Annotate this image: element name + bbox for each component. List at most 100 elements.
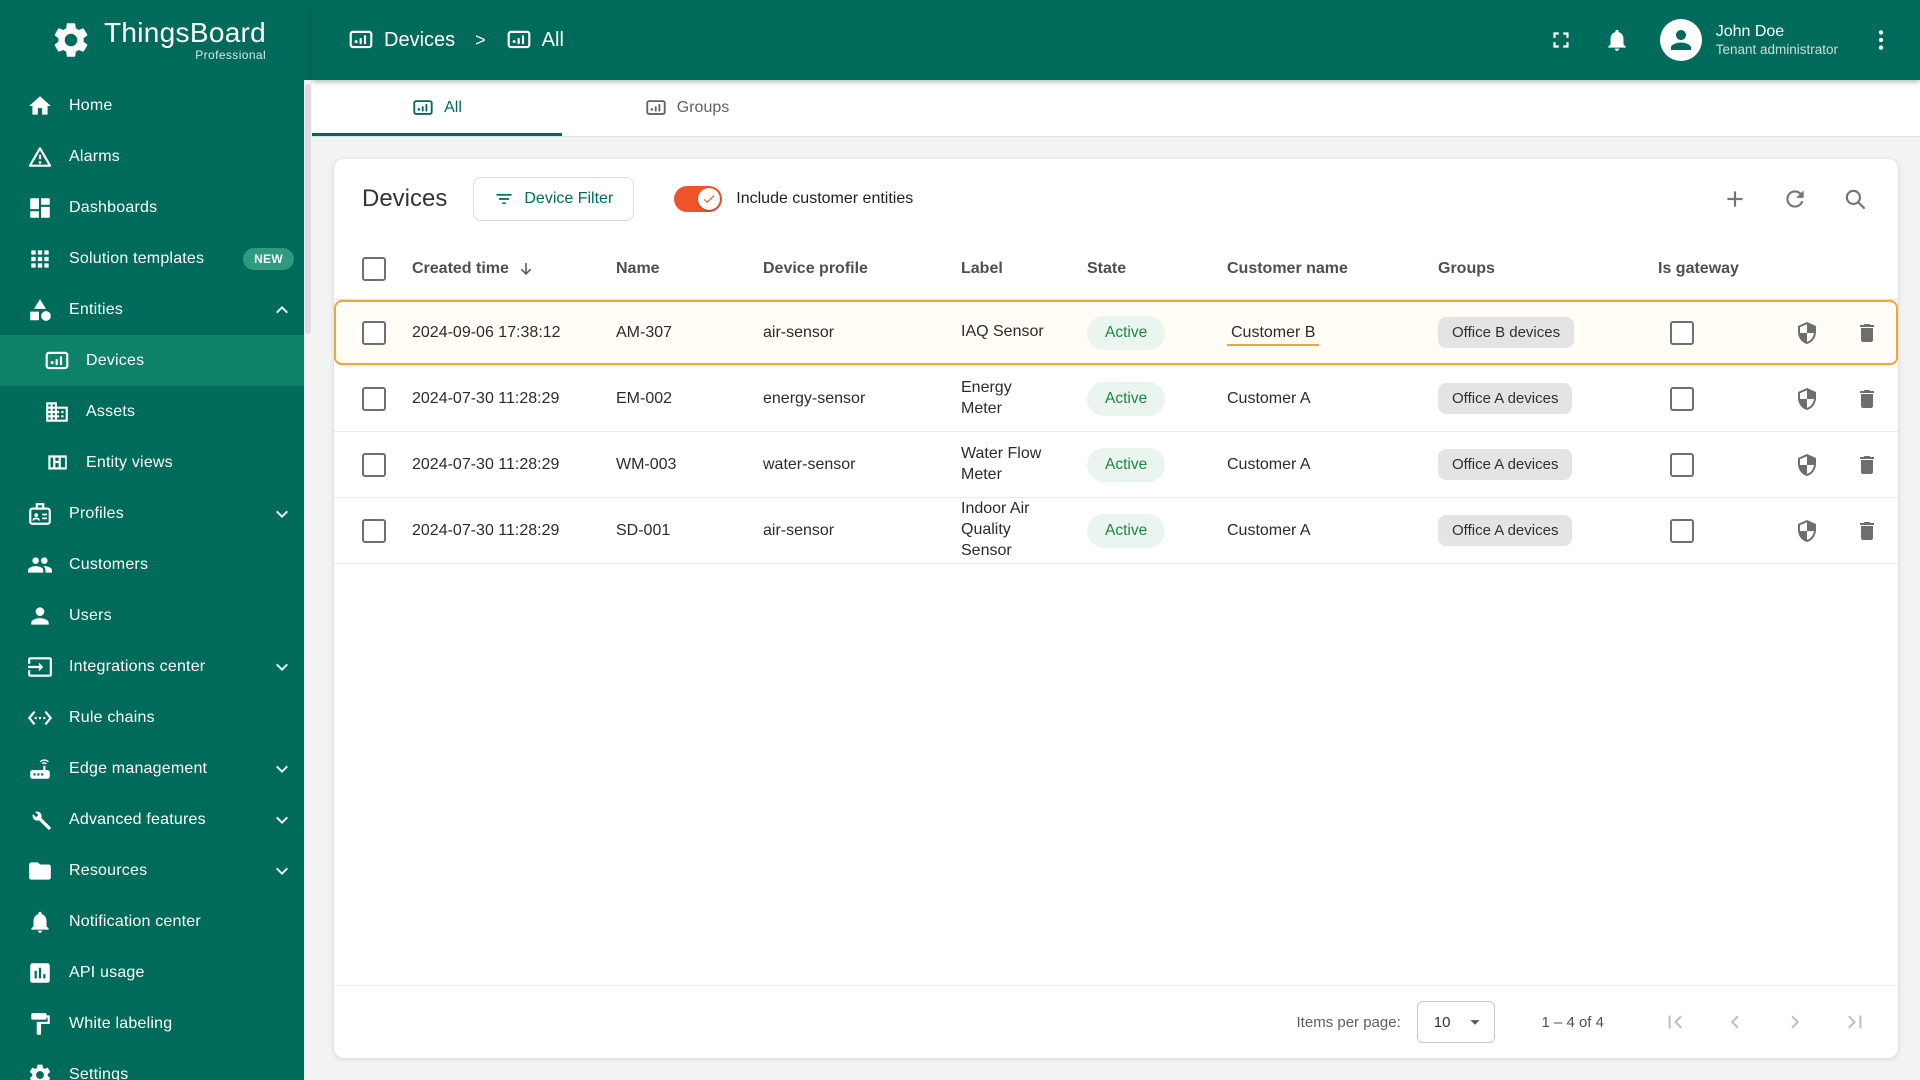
column-created-time[interactable]: Created time [412,260,616,278]
column-is-gateway[interactable]: Is gateway [1658,260,1793,278]
sidebar-scrollbar[interactable] [304,80,312,1080]
table-row[interactable]: 2024-09-06 17:38:12 AM-307 air-sensor IA… [334,300,1898,366]
sidebar: ThingsBoard Professional Home Alarms Das… [0,0,312,1080]
sidebar-item-notification-center[interactable]: Notification center [0,896,312,947]
cell-name: WM-003 [616,455,677,473]
trash-icon [1855,321,1879,345]
table-row[interactable]: 2024-07-30 11:28:29 SD-001 air-sensor In… [334,498,1898,564]
delete-button[interactable] [1855,387,1879,411]
sidebar-item-home[interactable]: Home [0,80,312,131]
delete-button[interactable] [1855,321,1879,345]
state-badge: Active [1087,447,1166,482]
column-name[interactable]: Name [616,260,763,278]
last-page-button[interactable] [1842,1009,1868,1035]
is-gateway-checkbox[interactable] [1670,386,1694,411]
delete-button[interactable] [1855,453,1879,477]
notifications-button[interactable] [1604,27,1630,53]
previous-page-button[interactable] [1722,1009,1748,1035]
sidebar-item-rule-chains[interactable]: Rule chains [0,692,312,743]
solution-templates-icon [27,246,53,272]
group-chip[interactable]: Office A devices [1438,383,1573,414]
items-per-page-select[interactable]: 10 [1416,1001,1496,1043]
include-customer-entities-toggle[interactable] [674,186,723,212]
security-button[interactable] [1795,453,1819,477]
user-avatar[interactable] [1659,19,1702,61]
bell-icon [1604,27,1630,53]
sidebar-item-settings[interactable]: Settings [0,1049,312,1080]
cell-device-profile: air-sensor [763,521,835,539]
sidebar-item-white-labeling[interactable]: White labeling [0,998,312,1049]
breadcrumb-devices[interactable]: Devices [348,27,455,53]
add-device-button[interactable] [1722,186,1748,212]
row-checkbox[interactable] [362,320,386,345]
table-row[interactable]: 2024-07-30 11:28:29 WM-003 water-sensor … [334,432,1898,498]
tab-all[interactable]: All [312,80,562,136]
group-chip[interactable]: Office B devices [1438,317,1575,348]
sidebar-item-advanced-features[interactable]: Advanced features [0,794,312,845]
table-toolbar: Devices Device Filter Include customer e… [334,159,1898,239]
user-info[interactable]: John Doe Tenant administrator [1716,22,1838,59]
first-page-icon [1662,1009,1688,1035]
sidebar-item-customers[interactable]: Customers [0,539,312,590]
row-checkbox[interactable] [362,386,386,411]
sidebar-item-resources[interactable]: Resources [0,845,312,896]
last-page-icon [1842,1009,1868,1035]
column-customer-name[interactable]: Customer name [1227,260,1438,278]
device-filter-button[interactable]: Device Filter [473,177,635,221]
select-all-checkbox[interactable] [362,257,386,281]
sidebar-item-profiles[interactable]: Profiles [0,488,312,539]
delete-button[interactable] [1855,519,1879,543]
sidebar-item-edge-management[interactable]: Edge management [0,743,312,794]
first-page-button[interactable] [1662,1009,1688,1035]
security-button[interactable] [1795,321,1819,345]
column-label[interactable]: Label [961,259,1087,280]
api-usage-chart-icon [27,960,53,986]
sidebar-item-dashboards[interactable]: Dashboards [0,182,312,233]
sidebar-item-entity-views[interactable]: Entity views [0,437,312,488]
edge-management-icon [27,756,53,782]
next-page-button[interactable] [1782,1009,1808,1035]
user-name: John Doe [1715,22,1785,40]
security-button[interactable] [1795,387,1819,411]
group-chip[interactable]: Office A devices [1438,449,1573,480]
sidebar-scrollbar-thumb[interactable] [305,84,311,334]
is-gateway-checkbox[interactable] [1670,518,1694,543]
sidebar-item-alarms[interactable]: Alarms [0,131,312,182]
table-row[interactable]: 2024-07-30 11:28:29 EM-002 energy-sensor… [334,366,1898,432]
security-button[interactable] [1795,519,1819,543]
row-checkbox[interactable] [362,518,386,543]
chevron-down-icon [270,655,294,679]
column-device-profile[interactable]: Device profile [763,260,961,278]
row-checkbox[interactable] [362,452,386,477]
filter-icon [494,189,514,209]
sort-desc-arrow-icon[interactable] [517,260,535,278]
refresh-button[interactable] [1782,186,1808,212]
chevron-right-icon [1782,1009,1808,1035]
sidebar-item-entities[interactable]: Entities [0,284,312,335]
sidebar-item-users[interactable]: Users [0,590,312,641]
pager-controls [1662,1009,1868,1035]
sidebar-item-integrations-center[interactable]: Integrations center [0,641,312,692]
table-header-row: Created time Name Device profile Label S… [334,239,1898,300]
settings-gear-icon [27,1062,53,1080]
state-badge: Active [1087,381,1166,416]
trash-icon [1855,387,1879,411]
cell-label: Indoor Air Quality Sensor [961,500,1030,559]
column-groups[interactable]: Groups [1438,260,1658,278]
brand-logo[interactable]: ThingsBoard Professional [0,0,312,80]
search-button[interactable] [1842,186,1868,212]
sidebar-item-solution-templates[interactable]: Solution templates NEW [0,233,312,284]
is-gateway-checkbox[interactable] [1670,320,1694,345]
group-chip[interactable]: Office A devices [1438,515,1573,546]
toggle-label: Include customer entities [736,190,914,207]
sidebar-item-assets[interactable]: Assets [0,386,312,437]
breadcrumb-all[interactable]: All [506,27,564,53]
app-root: ThingsBoard Professional Home Alarms Das… [0,0,1920,1080]
column-state[interactable]: State [1087,260,1227,278]
sidebar-item-devices[interactable]: Devices [0,335,312,386]
sidebar-item-api-usage[interactable]: API usage [0,947,312,998]
fullscreen-button[interactable] [1548,27,1574,53]
more-menu-button[interactable] [1868,27,1894,53]
is-gateway-checkbox[interactable] [1670,452,1694,477]
tab-groups[interactable]: Groups [562,80,812,136]
